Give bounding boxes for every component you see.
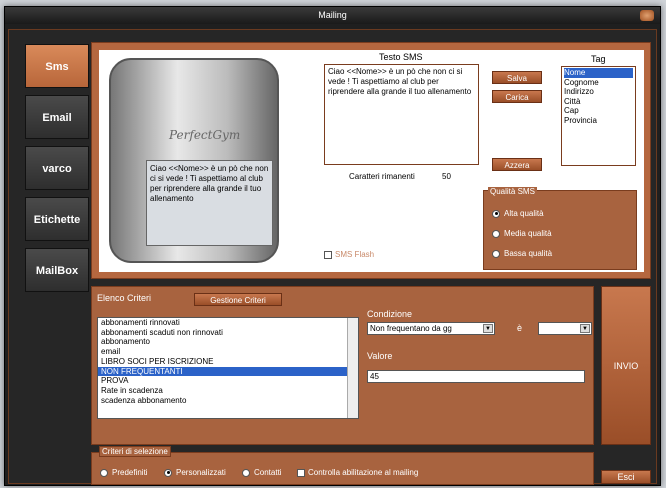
- value-label: Valore: [367, 351, 393, 361]
- chevron-down-icon[interactable]: ▼: [580, 324, 590, 333]
- phone-screen-text: Ciao <<Nome>> è un pò che non ci si vede…: [146, 160, 273, 246]
- sms-flash-label: SMS Flash: [335, 250, 375, 259]
- criteria-item[interactable]: abbonamenti scaduti non rinnovati: [101, 328, 358, 338]
- window-title: Mailing: [318, 10, 347, 20]
- radio-icon: [492, 209, 500, 218]
- mailing-window: Mailing Sms Email varco Etichette MailBo…: [4, 6, 661, 486]
- sms-text-input[interactable]: Ciao <<Nome>> è un pò che non ci si vede…: [324, 64, 479, 165]
- quality-option-label: Bassa qualità: [504, 249, 553, 258]
- radio-icon: [492, 249, 500, 258]
- criteria-scrollbar[interactable]: [347, 318, 358, 418]
- criteria-item[interactable]: abbonamenti rinnovati: [101, 318, 358, 328]
- nav-sms[interactable]: Sms: [25, 44, 89, 88]
- quality-group: Qualità SMS Alta qualità Media qualità B…: [483, 187, 637, 270]
- selection-option-contatti[interactable]: Contatti: [242, 468, 282, 477]
- criteria-item[interactable]: scadenza abbonamento: [101, 396, 358, 406]
- nav-mailbox[interactable]: MailBox: [25, 248, 89, 292]
- operator-select[interactable]: ▼: [538, 322, 592, 335]
- radio-icon: [100, 468, 108, 477]
- value-input[interactable]: 45: [367, 370, 585, 383]
- criteria-item[interactable]: Rate in scadenza: [101, 386, 358, 396]
- selection-option-label: Predefiniti: [112, 468, 148, 477]
- quality-label: Qualità SMS: [488, 187, 537, 196]
- mailing-enable-label: Controlla abilitazione al mailing: [308, 468, 419, 477]
- radio-icon: [242, 468, 250, 477]
- quality-option-low[interactable]: Bassa qualità: [492, 249, 552, 258]
- nav-email[interactable]: Email: [25, 95, 89, 139]
- tag-item[interactable]: Nome: [564, 68, 633, 78]
- quality-option-high[interactable]: Alta qualità: [492, 209, 544, 218]
- manage-criteria-button[interactable]: Gestione Criteri: [194, 293, 282, 306]
- criteria-item[interactable]: abbonamento: [101, 337, 358, 347]
- radio-icon: [492, 229, 500, 238]
- selection-option-label: Contatti: [254, 468, 282, 477]
- sms-panel: PerfectGym Ciao <<Nome>> è un pò che non…: [91, 42, 651, 279]
- tag-item[interactable]: Cap: [564, 106, 633, 116]
- nav-etichette[interactable]: Etichette: [25, 197, 89, 241]
- quality-option-label: Media qualità: [504, 229, 552, 238]
- tag-list[interactable]: Nome Cognome Indirizzo Città Cap Provinc…: [561, 66, 636, 166]
- chars-remaining-value: 50: [442, 172, 451, 181]
- send-button[interactable]: INVIO: [601, 286, 651, 445]
- tag-item[interactable]: Provincia: [564, 116, 633, 126]
- criteria-panel: Elenco Criteri Gestione Criteri abboname…: [91, 286, 594, 445]
- criteria-item[interactable]: email: [101, 347, 358, 357]
- close-icon[interactable]: [640, 10, 654, 21]
- sms-panel-inner: PerfectGym Ciao <<Nome>> è un pò che non…: [99, 50, 644, 272]
- quality-option-label: Alta qualità: [504, 209, 544, 218]
- operator-label: è: [517, 323, 523, 333]
- selection-panel: Criteri di selezione Predefiniti Persona…: [91, 446, 594, 485]
- criteria-list[interactable]: abbonamenti rinnovati abbonamenti scadut…: [97, 317, 359, 419]
- tag-label: Tag: [591, 54, 606, 64]
- tag-item[interactable]: Città: [564, 97, 633, 107]
- chevron-down-icon[interactable]: ▼: [483, 324, 493, 333]
- sms-flash-checkbox[interactable]: SMS Flash: [324, 250, 374, 259]
- condition-select[interactable]: Non frequentano da gg ▼: [367, 322, 495, 335]
- checkbox-icon: [297, 468, 305, 477]
- load-button[interactable]: Carica: [492, 90, 542, 103]
- selection-label: Criteri di selezione: [99, 446, 171, 457]
- save-button[interactable]: Salva: [492, 71, 542, 84]
- chars-remaining-label: Caratteri rimanenti: [349, 172, 415, 181]
- criteria-item[interactable]: NON FREQUENTANTI: [98, 366, 358, 377]
- criteria-list-label: Elenco Criteri: [97, 293, 152, 303]
- selection-option-label: Personalizzati: [176, 468, 226, 477]
- quality-option-medium[interactable]: Media qualità: [492, 229, 552, 238]
- phone-preview: PerfectGym Ciao <<Nome>> è un pò che non…: [109, 58, 279, 263]
- radio-icon: [164, 468, 172, 477]
- nav-varco[interactable]: varco: [25, 146, 89, 190]
- nav-column: Sms Email varco Etichette MailBox: [25, 44, 89, 299]
- reset-button[interactable]: Azzera: [492, 158, 542, 171]
- tag-item[interactable]: Cognome: [564, 78, 633, 88]
- condition-label: Condizione: [367, 309, 413, 319]
- checkbox-icon: [324, 250, 332, 259]
- exit-button[interactable]: Esci: [601, 470, 651, 484]
- sms-text-label: Testo SMS: [379, 52, 423, 62]
- mailing-enable-checkbox[interactable]: Controlla abilitazione al mailing: [297, 468, 418, 477]
- selection-option-personalizzati[interactable]: Personalizzati: [164, 468, 226, 477]
- selection-option-predefiniti[interactable]: Predefiniti: [100, 468, 148, 477]
- brand-logo: PerfectGym: [169, 128, 241, 142]
- criteria-item[interactable]: PROVA: [101, 376, 358, 386]
- tag-item[interactable]: Indirizzo: [564, 87, 633, 97]
- criteria-item[interactable]: LIBRO SOCI PER ISCRIZIONE: [101, 357, 358, 367]
- main-area: Sms Email varco Etichette MailBox Perfec…: [8, 29, 657, 485]
- window-titlebar: Mailing: [5, 7, 660, 24]
- condition-value: Non frequentano da gg: [370, 324, 452, 333]
